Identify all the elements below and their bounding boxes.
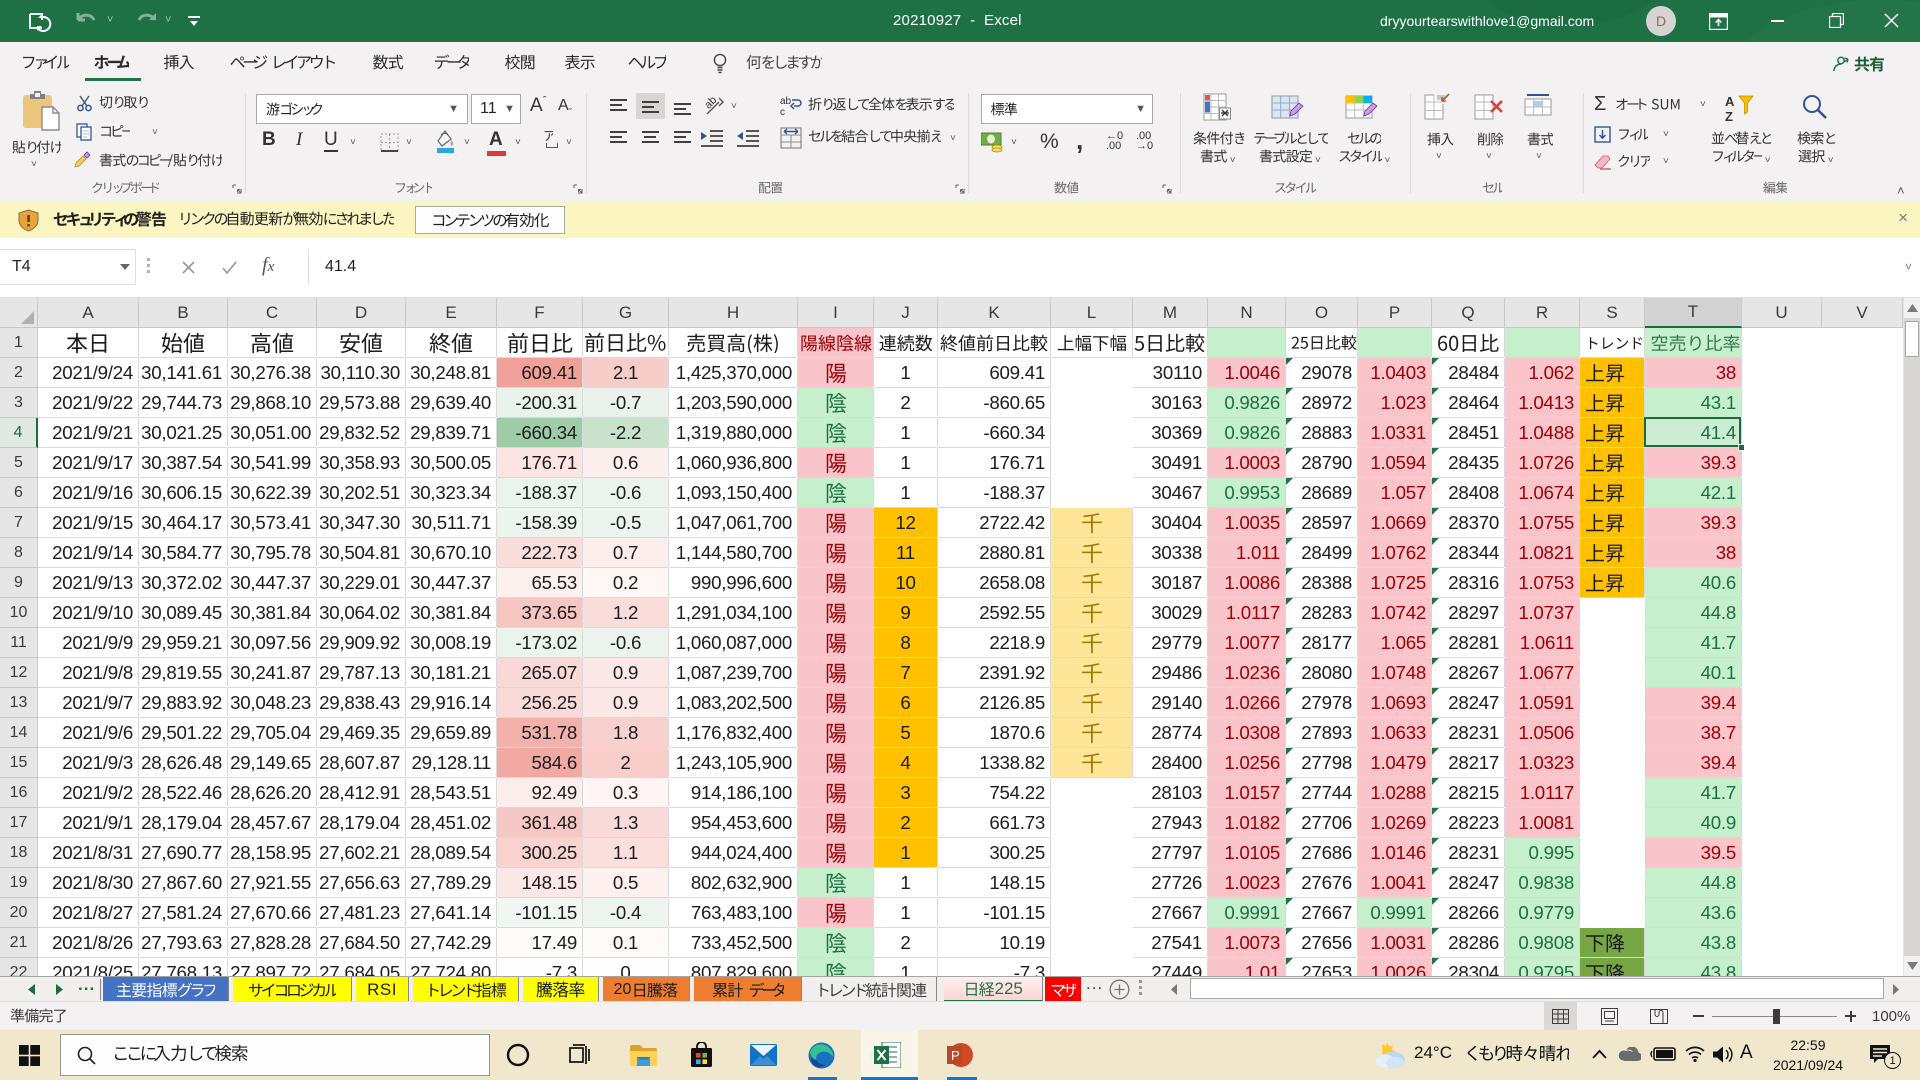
svg-text:P: P	[951, 1048, 960, 1063]
svg-text:c: c	[780, 107, 785, 117]
svg-text:ab: ab	[780, 96, 792, 107]
svg-text:ab: ab	[704, 95, 719, 111]
svg-text:A: A	[1725, 94, 1735, 109]
svg-text:Z: Z	[1725, 109, 1733, 123]
